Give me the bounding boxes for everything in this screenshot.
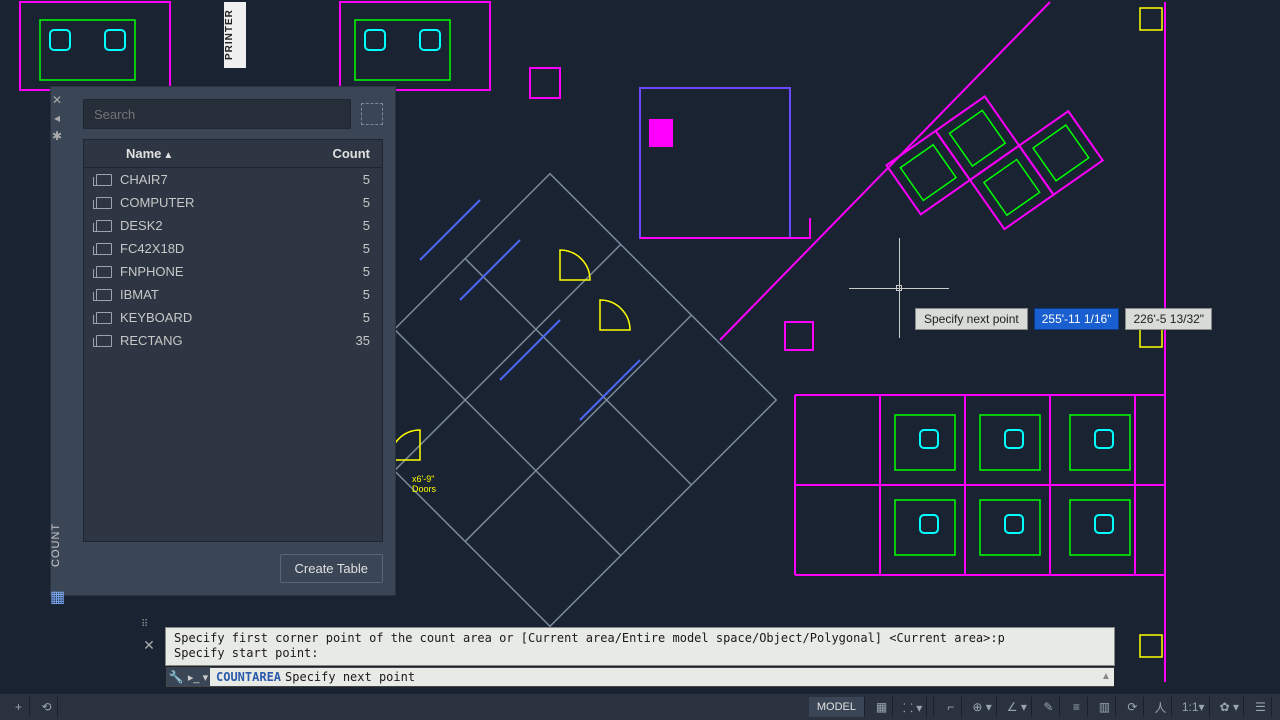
item-name: CHAIR7 [120,172,310,187]
item-name: RECTANG [120,333,310,348]
item-name: KEYBOARD [120,310,310,325]
create-table-button[interactable]: Create Table [280,554,383,583]
item-name: FNPHONE [120,264,310,279]
menu-icon[interactable]: ✱ [50,129,64,143]
item-count: 5 [310,241,370,256]
grid-icon[interactable]: ▦ [871,697,893,717]
active-command-name: COUNTAREA [216,670,281,684]
item-count: 5 [310,264,370,279]
polar-icon[interactable]: ⊕ ▾ [968,697,996,717]
selection-area-icon[interactable] [361,103,383,125]
history-line: Specify first corner point of the count … [174,631,1106,647]
item-name: IBMAT [120,287,310,302]
svg-text:Doors: Doors [412,484,437,494]
item-count: 5 [310,218,370,233]
dynamic-x-value[interactable]: 255'-11 1/16" [1034,308,1120,330]
list-item[interactable]: COMPUTER5 [84,191,382,214]
drag-grip-icon[interactable]: ⠿ [141,619,148,630]
item-name: COMPUTER [120,195,310,210]
palette-title: COUNT [50,505,66,585]
printer-label: PRINTER [224,2,246,68]
orbit-icon[interactable]: ⟲ [36,697,58,717]
count-list: Name▲ Count CHAIR75COMPUTER5DESK25FC42X1… [83,139,383,542]
customization-icon[interactable]: ☰ [1250,697,1272,717]
item-count: 5 [310,172,370,187]
settings-gear-icon[interactable]: ✿ ▾ [1216,697,1244,717]
command-prompt-icon: ▸_ ▾ [186,671,210,684]
cycling-icon[interactable]: ⟳ [1122,697,1144,717]
annotation-icon[interactable]: 人 [1150,697,1172,717]
list-item[interactable]: FC42X18D5 [84,237,382,260]
name-column-header[interactable]: Name [126,146,161,161]
item-count: 5 [310,310,370,325]
osnap-icon[interactable]: ✎ [1038,697,1060,717]
customize-icon[interactable]: 🔧 [166,670,186,684]
block-icon [96,243,112,255]
block-icon [96,197,112,209]
status-bar: + ⟲ MODEL ▦ ⸬ ▾ ⌐ ⊕ ▾ ∠ ▾ ✎ ≡ ▥ ⟳ 人 1:1 … [0,694,1280,720]
transparency-icon[interactable]: ▥ [1094,697,1116,717]
list-item[interactable]: FNPHONE5 [84,260,382,283]
item-count: 5 [310,195,370,210]
list-item[interactable]: KEYBOARD5 [84,306,382,329]
count-palette: ✕ ◂ ✱ COUNT ▦ Name▲ Count CHAIR75COMPUTE… [50,86,396,596]
dynamic-input-tooltip: Specify next point 255'-11 1/16" 226'-5 … [915,308,1212,330]
pin-icon[interactable]: ◂ [50,111,64,125]
command-line[interactable]: ⠿ ✕ Specify first corner point of the co… [165,627,1115,688]
count-toggle-icon[interactable]: ▦ [50,587,64,601]
list-item[interactable]: RECTANG35 [84,329,382,352]
active-command-prompt: Specify next point [285,670,415,684]
snap-icon[interactable]: ⸬ ▾ [899,697,927,717]
item-count: 35 [310,333,370,348]
expand-history-icon[interactable]: ▲ [1098,668,1114,686]
block-icon [96,220,112,232]
model-space-button[interactable]: MODEL [809,697,865,717]
block-icon [96,174,112,186]
list-item[interactable]: DESK25 [84,214,382,237]
search-input[interactable] [83,99,351,129]
lineweight-icon[interactable]: ≡ [1066,697,1088,717]
item-name: FC42X18D [120,241,310,256]
dynamic-y-value[interactable]: 226'-5 13/32" [1125,308,1212,330]
command-history: Specify first corner point of the count … [165,627,1115,666]
block-icon [96,289,112,301]
list-item[interactable]: CHAIR75 [84,168,382,191]
list-header[interactable]: Name▲ Count [84,140,382,168]
history-line: Specify start point: [174,646,1106,662]
command-input[interactable]: COUNTAREA Specify next point [210,668,1098,686]
svg-text:x6'-9": x6'-9" [412,474,434,484]
commandline-close-icon[interactable]: ✕ [141,637,157,653]
item-name: DESK2 [120,218,310,233]
item-count: 5 [310,287,370,302]
block-icon [96,312,112,324]
count-column-header[interactable]: Count [310,146,370,161]
block-icon [96,266,112,278]
isodraft-icon[interactable]: ∠ ▾ [1003,697,1032,717]
block-icon [96,335,112,347]
dynamic-prompt-label: Specify next point [915,308,1028,330]
scale-ratio[interactable]: 1:1 ▾ [1178,697,1210,717]
list-item[interactable]: IBMAT5 [84,283,382,306]
close-icon[interactable]: ✕ [50,93,64,107]
coordinates-plus-icon[interactable]: + [8,697,30,717]
ortho-icon[interactable]: ⌐ [940,697,962,717]
sort-asc-icon: ▲ [163,150,173,161]
